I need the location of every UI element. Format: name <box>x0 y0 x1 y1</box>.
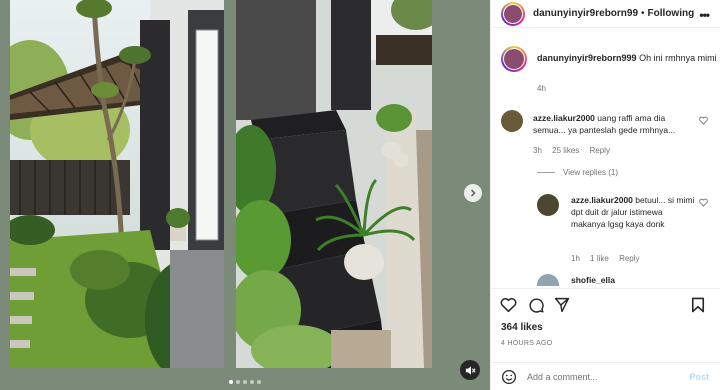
like-reply-icon[interactable] <box>699 198 708 207</box>
reply-item: azze.liakur2000 betuul... si mimi dpt du… <box>491 190 720 270</box>
post-media[interactable] <box>0 0 490 390</box>
reply-button[interactable]: Reply <box>590 146 610 155</box>
caption-text: danunyinyir9reborn999 Oh ini rmhnya mimi <box>537 52 717 64</box>
reply-meta: 1h 1 like Reply <box>571 254 648 263</box>
reply-button[interactable]: Reply <box>619 254 639 263</box>
post-comment-button[interactable]: Post <box>689 372 709 382</box>
add-comment-bar: Add a comment... Post <box>491 362 720 390</box>
next-slide-button[interactable] <box>464 184 482 202</box>
post-sidebar: danunyinyir9reborn99 • Following ••• dan… <box>490 0 720 390</box>
likes-count[interactable]: 364 likes <box>501 322 543 333</box>
more-options-icon[interactable]: ••• <box>699 8 710 22</box>
comment-input[interactable]: Add a comment... <box>527 372 689 382</box>
slide-dot <box>250 380 254 384</box>
heart-icon <box>500 298 516 313</box>
author-avatar[interactable] <box>501 1 525 26</box>
commenter-avatar[interactable] <box>537 274 559 286</box>
slide-dot <box>257 380 261 384</box>
comment-text: shofie_ella <box>571 274 615 286</box>
like-comment-icon[interactable] <box>699 116 708 125</box>
view-replies-label: View replies (1) <box>563 168 618 177</box>
comment-likes[interactable]: 25 likes <box>552 146 579 155</box>
slide-dot <box>229 380 233 384</box>
instagram-post: danunyinyir9reborn99 • Following ••• dan… <box>0 0 720 390</box>
comment-username[interactable]: azze.liakur2000 <box>533 113 595 123</box>
reply-likes[interactable]: 1 like <box>590 254 609 263</box>
comment-username[interactable]: shofie_ella <box>571 275 615 285</box>
send-icon <box>554 297 570 313</box>
chevron-right-icon <box>471 189 476 197</box>
reply-username[interactable]: azze.liakur2000 <box>571 195 633 205</box>
reply-text: azze.liakur2000 betuul... si mimi dpt du… <box>571 194 695 230</box>
reply-time: 1h <box>571 254 580 263</box>
slide-dot <box>236 380 240 384</box>
garden-photo-left <box>10 0 224 368</box>
caption-username[interactable]: danunyinyir9reborn999 <box>537 53 637 63</box>
share-button[interactable] <box>553 296 571 314</box>
comment-icon <box>529 298 544 313</box>
caption-time: 4h <box>537 84 546 93</box>
bookmark-icon <box>691 297 705 313</box>
save-button[interactable] <box>689 296 707 314</box>
comment-meta: 3h 25 likes Reply <box>533 146 618 155</box>
comment-item: azze.liakur2000 uang raffi ama dia semua… <box>491 108 720 158</box>
post-header: danunyinyir9reborn99 • Following ••• <box>491 0 720 28</box>
caption-avatar[interactable] <box>501 46 527 72</box>
following-button[interactable]: Following <box>648 8 695 19</box>
post-timestamp: 4 HOURS AGO <box>501 340 553 347</box>
view-replies-button[interactable]: View replies (1) <box>537 168 618 177</box>
sound-toggle-button[interactable] <box>460 360 480 380</box>
action-bar <box>491 288 720 316</box>
speaker-muted-icon <box>465 365 476 375</box>
replies-divider <box>537 172 555 173</box>
like-button[interactable] <box>499 296 517 314</box>
commenter-avatar[interactable] <box>501 110 523 132</box>
comment-text: azze.liakur2000 uang raffi ama dia semua… <box>533 112 693 136</box>
comments-section: danunyinyir9reborn999 Oh ini rmhnya mimi… <box>491 40 720 286</box>
comment-item: shofie_ella <box>491 272 720 286</box>
emoji-icon[interactable] <box>501 369 517 385</box>
reply-avatar[interactable] <box>537 194 559 216</box>
slide-dot <box>243 380 247 384</box>
comment-button[interactable] <box>527 296 545 314</box>
caption-body: Oh ini rmhnya mimi <box>639 53 717 63</box>
slide-indicator <box>0 380 490 384</box>
garden-photo-right <box>236 0 432 368</box>
author-username[interactable]: danunyinyir9reborn99 <box>533 8 638 19</box>
separator-dot: • <box>641 8 645 19</box>
comment-time: 3h <box>533 146 542 155</box>
